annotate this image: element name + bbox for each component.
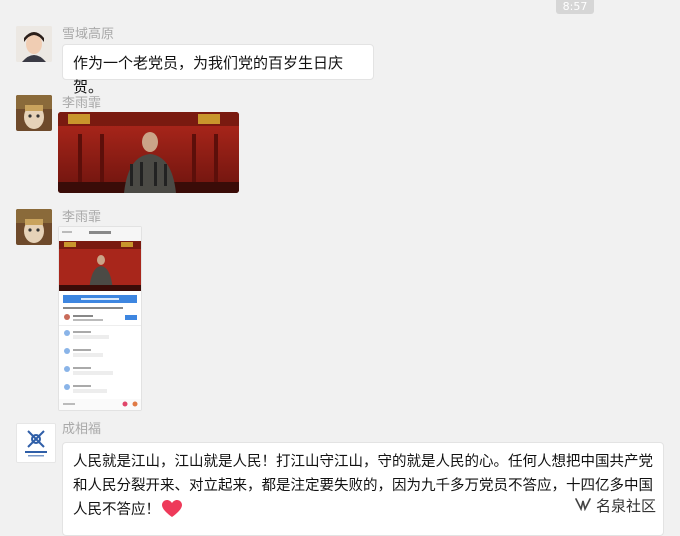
message-bubble[interactable]: 人民就是江山，江山就是人民！打江山守江山，守的就是人民的心。任何人想把中国共产党… (62, 442, 664, 536)
message-bubble[interactable]: 作为一个老党员，为我们党的百岁生日庆贺。 (62, 44, 374, 96)
avatar[interactable] (16, 209, 52, 245)
chat-message: 雪域高原 作为一个老党员，为我们党的百岁生日庆贺。 (0, 22, 680, 96)
video-thumbnail[interactable] (58, 112, 239, 193)
avatar[interactable] (16, 423, 56, 463)
avatar[interactable] (16, 95, 52, 131)
sender-name: 成相福 (62, 422, 102, 437)
chat-message: 李雨霏 (0, 206, 680, 416)
watermark-text: 名泉社区 (595, 497, 656, 515)
watermark: 名泉社区 (574, 495, 656, 516)
chat-message: 李雨霏 (0, 92, 680, 202)
heart-emoji-icon (162, 500, 182, 518)
message-text: 人民就是江山，江山就是人民！打江山守江山，守的就是人民的心。任何人想把中国共产党… (73, 454, 653, 518)
avatar[interactable] (16, 26, 52, 62)
screenshot-image[interactable] (58, 226, 142, 411)
wechat-channel-icon (574, 497, 592, 515)
chat-message: 成相福 人民就是江山，江山就是人民！打江山守江山，守的就是人民的心。任何人想把中… (0, 418, 680, 536)
sender-name: 李雨霏 (62, 210, 102, 225)
sender-name: 雪域高原 (62, 27, 115, 42)
sender-name: 李雨霏 (62, 96, 102, 111)
time-badge: 8:57 (556, 0, 594, 14)
